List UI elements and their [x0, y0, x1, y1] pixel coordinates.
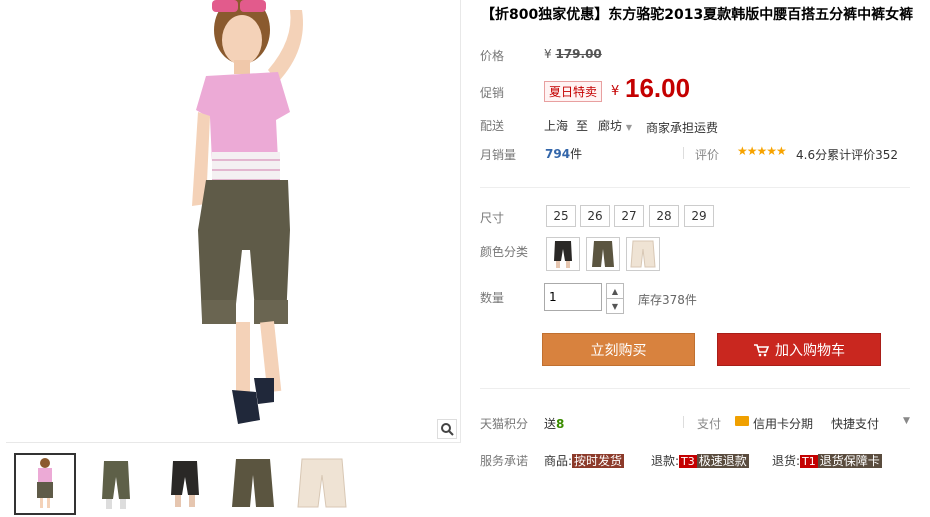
divider: [683, 147, 684, 159]
black-pants-swatch: [554, 241, 572, 268]
star-rating-icon: ★★★★★: [737, 144, 787, 158]
service-goods-label: 商品:: [544, 454, 573, 468]
quantity-input[interactable]: [544, 283, 602, 311]
thumbnail-4[interactable]: [223, 453, 283, 513]
tmall-points-prefix: 送: [544, 417, 557, 431]
payment-label: 支付: [697, 417, 722, 431]
divider: [480, 388, 910, 389]
return-badge: T1: [800, 455, 818, 468]
quick-pay-link[interactable]: 快捷支付: [831, 415, 879, 432]
buy-now-button[interactable]: 立刻购买: [542, 333, 695, 366]
stock-count: 库存378件: [638, 293, 697, 307]
service-refund: 退款: T3 极速退款: [651, 452, 749, 469]
add-to-cart-label: 加入购物车: [775, 342, 845, 359]
olive-pants-swatch: [592, 241, 614, 267]
model-illustration: [192, 0, 303, 424]
quantity-increase-button[interactable]: ▲: [606, 283, 624, 299]
color-option-beige[interactable]: [626, 237, 660, 271]
rating-summary-link[interactable]: 4.6分累计评价352: [796, 146, 898, 163]
original-price: ¥ 179.00: [544, 47, 602, 61]
currency-symbol: ¥: [544, 47, 552, 61]
divider: [683, 416, 684, 428]
color-option-olive[interactable]: [586, 237, 620, 271]
chevron-down-icon: ▼: [625, 123, 632, 132]
size-option-29[interactable]: 29: [684, 205, 714, 227]
divider: [480, 187, 910, 188]
size-option-25[interactable]: 25: [546, 205, 576, 227]
sales-unit: 件: [570, 147, 583, 161]
service-refund-label: 退款:: [651, 454, 680, 468]
quantity-decrease-button[interactable]: ▼: [606, 298, 624, 314]
thumbnail-2[interactable]: [86, 453, 146, 513]
ship-destination: 廊坊: [598, 119, 623, 133]
service-label: 服务承诺: [480, 454, 529, 468]
rating-label: 评价: [695, 148, 720, 162]
beige-pants-swatch: [630, 240, 656, 268]
service-goods-tag[interactable]: 按时发货: [572, 454, 625, 468]
main-product-image: [6, 0, 461, 443]
tmall-points: 送8: [544, 415, 564, 432]
promo-price: 16.00: [625, 73, 691, 103]
service-return-tag[interactable]: 退货保障卡: [817, 454, 882, 468]
chevron-up-icon: ▲: [611, 286, 619, 296]
cart-icon: [754, 343, 769, 356]
size-option-28[interactable]: 28: [649, 205, 679, 227]
size-label: 尺寸: [480, 211, 505, 225]
original-price-value: 179.00: [555, 47, 602, 61]
thumbnail-grey-pants-image: [102, 461, 130, 509]
sales-count: 794: [545, 147, 571, 161]
quantity-label: 数量: [480, 291, 505, 305]
add-to-cart-button[interactable]: 加入购物车: [717, 333, 881, 366]
promo-currency: ¥: [611, 84, 620, 99]
chevron-down-icon: ▼: [611, 301, 619, 311]
zoom-button[interactable]: [437, 419, 457, 439]
service-goods: 商品: 按时发货: [544, 452, 625, 469]
thumbnail-3[interactable]: [155, 453, 215, 513]
service-return: 退货: T1 退货保障卡: [772, 452, 882, 469]
chevron-down-icon[interactable]: ▼: [903, 416, 910, 426]
size-option-26[interactable]: 26: [580, 205, 610, 227]
tmall-points-label: 天猫积分: [480, 417, 529, 431]
thumbnail-model-image: [37, 458, 53, 508]
color-label: 颜色分类: [480, 245, 529, 259]
thumbnail-1[interactable]: [14, 453, 76, 515]
installment-link[interactable]: 信用卡分期: [753, 415, 813, 432]
tmall-points-value: 8: [556, 417, 565, 431]
shipping-label: 配送: [480, 119, 505, 133]
promo-label: 促销: [480, 86, 505, 100]
color-option-black[interactable]: [546, 237, 580, 271]
monthly-sales-label: 月销量: [480, 148, 517, 162]
thumbnail-beige-pants-image: [297, 458, 347, 508]
product-title: 【折800独家优惠】东方骆驼2013夏款韩版中腰百搭五分裤中裤女裤: [481, 7, 914, 23]
size-option-27[interactable]: 27: [614, 205, 644, 227]
service-refund-tag[interactable]: 极速退款: [696, 454, 749, 468]
shipping-fee: 商家承担运费: [646, 121, 719, 135]
buy-now-label: 立刻购买: [590, 342, 647, 359]
thumbnail-olive-pants-image: [232, 459, 274, 507]
ship-from: 上海: [544, 119, 569, 133]
monthly-sales: 794件: [545, 145, 582, 162]
service-return-label: 退货:: [772, 454, 801, 468]
thumbnail-black-pants-image: [171, 461, 199, 507]
thumbnail-5[interactable]: [292, 453, 352, 513]
refund-badge: T3: [679, 455, 697, 468]
ship-destination-select[interactable]: 廊坊 ▼: [598, 117, 632, 134]
price-label: 价格: [480, 49, 505, 63]
magnifier-icon: [441, 423, 454, 436]
promo-badge: 夏日特卖: [544, 81, 603, 102]
credit-card-icon: [735, 416, 749, 426]
ship-to-word: 至: [576, 119, 589, 133]
